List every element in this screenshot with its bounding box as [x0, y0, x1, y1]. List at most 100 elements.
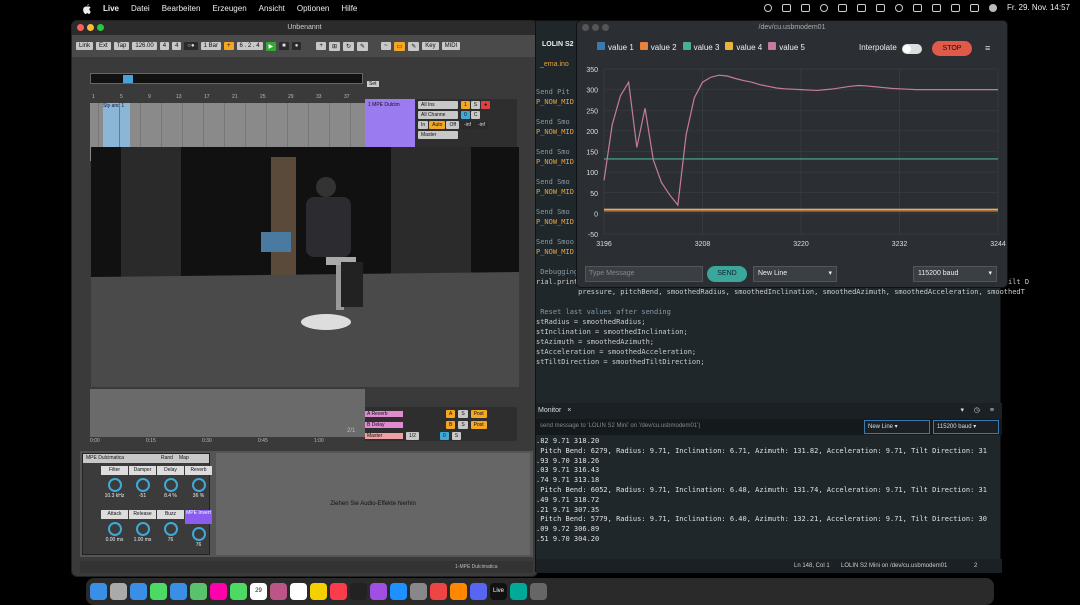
computer-midi-icon[interactable]: ▭ — [393, 41, 406, 51]
board-tab[interactable]: LOLIN S2 — [542, 41, 574, 48]
safari-icon[interactable] — [130, 583, 147, 600]
status-app4-icon[interactable] — [838, 3, 847, 12]
signature-numerator[interactable]: 4 — [159, 42, 170, 50]
message-input[interactable]: Type Message — [585, 266, 703, 282]
signature-denominator[interactable]: 4 — [172, 42, 182, 50]
legend-checkbox-icon[interactable] — [768, 42, 777, 50]
minimize-window-icon[interactable] — [592, 24, 599, 31]
menu-hilfe[interactable]: Hilfe — [341, 4, 357, 13]
plot-line-ending-select[interactable]: New Line ▾ — [753, 266, 837, 282]
tap-button[interactable]: Tap — [113, 42, 130, 50]
status-app3-icon[interactable] — [820, 3, 828, 12]
knob-dial[interactable] — [107, 478, 122, 492]
knob-attack[interactable]: Attack 0.00 ms — [101, 510, 128, 543]
legend-checkbox-icon[interactable] — [597, 42, 605, 50]
monitor-auto-button[interactable]: Auto — [429, 121, 446, 129]
tempo-field[interactable]: 126.00 — [132, 42, 157, 50]
legend-checkbox-icon[interactable] — [682, 42, 691, 50]
stop-icon[interactable]: ■ — [279, 42, 289, 50]
knob-dial[interactable] — [191, 478, 206, 492]
collapse-icon[interactable]: ▾ — [960, 403, 964, 419]
launchpad-icon[interactable] — [110, 583, 127, 600]
solo-button[interactable]: S — [470, 101, 481, 109]
menu-bearbeiten[interactable]: Bearbeiten — [162, 4, 201, 13]
master-pan[interactable]: 0 — [439, 431, 449, 440]
maximize-window-icon[interactable] — [97, 24, 104, 31]
clock-status-icon[interactable] — [895, 3, 903, 12]
menu-ansicht[interactable]: Ansicht — [259, 4, 285, 13]
legend-checkbox-icon[interactable] — [639, 42, 648, 50]
legend-checkbox-icon[interactable] — [725, 42, 734, 50]
contacts-icon[interactable] — [270, 583, 287, 600]
stop-button[interactable]: STOP — [932, 41, 972, 56]
reminders-icon[interactable] — [290, 583, 307, 600]
arm-button[interactable]: ● — [481, 101, 491, 109]
notification-count[interactable]: 2 — [974, 559, 977, 573]
chrome-icon[interactable] — [430, 583, 447, 600]
draw-icon[interactable]: ✎ — [357, 41, 369, 51]
settings-icon[interactable] — [410, 583, 427, 600]
control-center-icon[interactable] — [970, 3, 979, 12]
return-a-solo[interactable]: S — [458, 409, 468, 418]
return-a-post[interactable]: Post — [470, 409, 487, 418]
master-solo[interactable]: S — [451, 431, 462, 440]
clear-output-icon[interactable]: ≡ — [990, 403, 994, 419]
arduino-icon[interactable] — [510, 583, 527, 600]
play-icon[interactable]: ▶ — [265, 41, 277, 51]
arrangement-overview[interactable] — [90, 73, 363, 84]
live-icon[interactable]: Live — [490, 583, 507, 600]
menu-optionen[interactable]: Optionen — [297, 4, 329, 13]
discord-icon[interactable] — [470, 583, 487, 600]
board-status[interactable]: LOLIN S2 Mini on /dev/cu.usbmodem01 — [841, 559, 947, 573]
close-window-icon[interactable] — [77, 24, 84, 31]
knob-delay[interactable]: Delay 8.4 % — [157, 466, 184, 499]
knob-mpe-invert[interactable]: MPE Invert 76 — [185, 510, 212, 548]
menu-app-name[interactable]: Live — [103, 4, 119, 13]
legend-item[interactable]: value 5 — [768, 42, 805, 52]
knob-dial[interactable] — [107, 522, 122, 536]
minimize-window-icon[interactable] — [87, 24, 94, 31]
plot-baud-select[interactable]: 115200 baud ▾ — [913, 266, 997, 282]
mail-icon[interactable] — [170, 583, 187, 600]
peak-readout[interactable]: -inf — [474, 121, 488, 129]
other-icon[interactable] — [530, 583, 547, 600]
knob-damper[interactable]: Damper -51 — [129, 466, 156, 499]
calendar-icon[interactable]: 29 — [250, 583, 267, 600]
beat-ruler[interactable]: 1 5 9 13 17 21 25 29 33 37 — [90, 94, 365, 102]
record-icon[interactable]: ● — [291, 42, 302, 50]
tv-icon[interactable] — [350, 583, 367, 600]
device-header[interactable]: MPE Dulcimatica Rand Map — [83, 454, 209, 463]
curve-icon[interactable]: ~ — [381, 42, 391, 50]
pencil-icon[interactable]: ✎ — [408, 41, 420, 51]
apple-icon[interactable] — [82, 3, 91, 14]
knob-dial[interactable] — [135, 522, 150, 536]
podcasts-icon[interactable] — [370, 583, 387, 600]
knob-dial[interactable] — [191, 527, 206, 541]
follow-button[interactable]: + — [224, 42, 234, 50]
audio-out-select[interactable]: Master — [418, 131, 458, 139]
status-app5-icon[interactable] — [876, 3, 885, 12]
wifi-icon[interactable] — [932, 3, 941, 12]
quantization-select[interactable]: 1 Bar — [200, 42, 222, 50]
file-tab[interactable]: _ema.ino — [540, 61, 569, 68]
serial-send-input[interactable]: send message to 'LOLIN S2 Mini' on '/dev… — [540, 423, 700, 429]
link-button[interactable]: Link — [76, 42, 94, 50]
knob-release[interactable]: Release 1.00 ms — [129, 510, 156, 543]
legend-item[interactable]: value 4 — [725, 42, 762, 52]
serial-baud-select[interactable]: 115200 baud ▾ — [933, 420, 999, 434]
map-button[interactable]: Map — [179, 454, 189, 463]
midi-map-button[interactable]: MIDI — [441, 42, 461, 50]
siri-icon[interactable] — [989, 3, 997, 12]
midi-input-select[interactable]: All Ins — [418, 101, 458, 109]
legend-item[interactable]: value 3 — [682, 42, 719, 52]
maps-icon[interactable] — [190, 583, 207, 600]
rand-button[interactable]: Rand — [161, 454, 173, 463]
crossfade-button[interactable]: C — [470, 111, 481, 119]
status-app2-icon[interactable] — [801, 3, 810, 12]
monitor-off-button[interactable]: Off — [446, 121, 460, 129]
facetime-icon[interactable] — [230, 583, 247, 600]
legend-item[interactable]: value 2 — [639, 42, 677, 52]
loop-icon[interactable]: ↻ — [342, 41, 354, 51]
lower-track-area[interactable] — [90, 389, 365, 437]
knob-dial[interactable] — [163, 478, 178, 492]
